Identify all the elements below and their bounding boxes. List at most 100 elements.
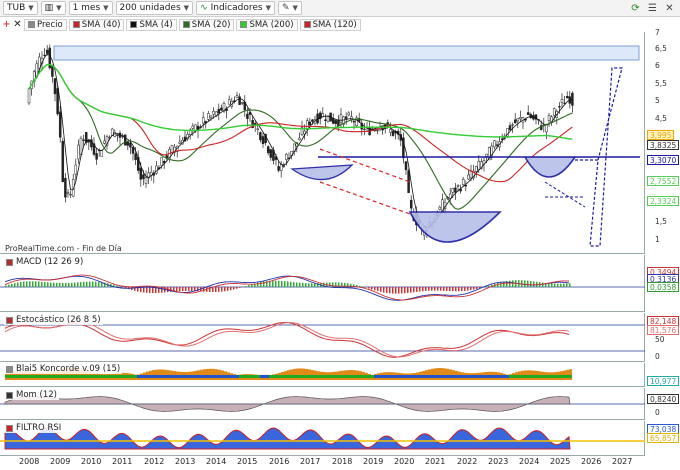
macd-histogram-bar — [554, 283, 556, 287]
macd-histogram-bar — [464, 287, 466, 291]
koncorde-bar — [299, 368, 302, 380]
legend-sma120[interactable]: SMA (120) — [299, 18, 361, 31]
macd-histogram-bar — [218, 287, 220, 292]
macd-histogram-bar — [41, 281, 43, 287]
koncorde-bar — [200, 375, 203, 378]
candle-body — [389, 128, 392, 133]
candle-body — [116, 134, 119, 136]
candle-body — [474, 166, 478, 172]
macd-pane[interactable]: MACD (12 26 9) — [0, 255, 645, 312]
price-axis-label: 1,5 — [655, 217, 667, 226]
candle-body — [308, 121, 312, 126]
legend-sma40[interactable]: SMA (40) — [68, 18, 125, 31]
macd-histogram-bar — [233, 287, 235, 290]
koncorde-bar — [263, 375, 266, 378]
koncorde-bar — [140, 375, 143, 378]
koncorde-bar — [431, 375, 434, 378]
koncorde-bar — [221, 375, 224, 378]
price-pane[interactable] — [0, 32, 645, 254]
legend-sma4[interactable]: SMA (4) — [126, 18, 177, 31]
close-icon[interactable]: ✕ — [662, 1, 677, 15]
koncorde-bar — [293, 375, 296, 378]
pencil-icon: ✎ — [281, 3, 290, 13]
macd-histogram-bar — [446, 287, 448, 291]
koncorde-bar — [206, 368, 209, 380]
koncorde-bar — [209, 368, 212, 380]
candle-body — [438, 206, 442, 210]
koncorde-bar — [110, 375, 113, 378]
macd-histogram-bar — [119, 286, 121, 287]
candle-body — [526, 112, 530, 115]
indicators-button[interactable]: ∿ Indicadores ▼ — [196, 1, 275, 15]
koncorde-bar — [26, 375, 29, 378]
color-swatch — [28, 21, 35, 28]
add-icon[interactable]: + — [2, 18, 11, 32]
macd-histogram-bar — [566, 283, 568, 287]
macd-histogram-bar — [308, 283, 310, 287]
units-selector[interactable]: 200 unidades ▼ — [115, 1, 194, 15]
rsi-pane[interactable]: FILTRO RSI — [0, 421, 645, 456]
koncorde-bar — [203, 375, 206, 378]
koncorde-bar — [557, 375, 560, 378]
close-pane-icon[interactable]: ✕ — [13, 18, 22, 32]
macd-histogram-bar — [467, 287, 469, 291]
koncorde-bar — [305, 368, 308, 380]
time-axis-label: 2021 — [425, 457, 446, 466]
refresh-icon[interactable]: ⟳ — [628, 1, 643, 15]
candle-body — [454, 187, 457, 193]
macd-histogram-bar — [65, 282, 67, 287]
koncorde-bar — [332, 375, 335, 378]
drawing-tool-button[interactable]: ✎ ▼ — [277, 1, 302, 15]
candle-body — [282, 165, 286, 167]
koncorde-bar — [455, 375, 458, 378]
chart-type-button[interactable]: ▥ ▼ — [40, 1, 66, 15]
macd-histogram-bar — [383, 287, 385, 293]
koncorde-bar — [389, 375, 392, 378]
macd-histogram-bar — [77, 282, 79, 287]
time-axis-label: 2017 — [300, 457, 321, 466]
macd-histogram-bar — [47, 282, 49, 287]
macd-histogram-bar — [386, 287, 388, 293]
legend-sma20[interactable]: SMA (20) — [178, 18, 235, 31]
koncorde-bar — [278, 375, 281, 378]
macd-histogram-bar — [44, 281, 46, 287]
macd-histogram-bar — [179, 287, 181, 292]
macd-histogram-bar — [431, 287, 433, 291]
koncorde-bar — [431, 368, 434, 380]
color-swatch — [6, 424, 13, 432]
legend-price[interactable]: Precio — [24, 18, 67, 31]
candle-body — [363, 128, 366, 131]
candlestick-icon: ▥ — [44, 3, 54, 13]
price-axis-label: 6,5 — [655, 44, 667, 53]
koncorde-bar — [212, 375, 215, 378]
ticker-selector[interactable]: TUB ▼ — [3, 1, 38, 15]
koncorde-bar — [230, 375, 233, 378]
settings-icon[interactable]: ☰ — [645, 1, 660, 15]
legend-sma200[interactable]: SMA (200) — [236, 18, 298, 31]
koncorde-bar — [527, 375, 530, 378]
candle-body — [66, 192, 70, 194]
koncorde-bar — [443, 368, 446, 380]
koncorde-bar — [449, 375, 452, 378]
stochastic-pane[interactable]: Estocástico (26 8 5) — [0, 313, 645, 362]
koncorde-bar — [398, 375, 401, 378]
koncorde-bar — [518, 375, 521, 378]
koncorde-bar — [164, 369, 167, 380]
momentum-pane[interactable]: Mom (12) — [0, 388, 645, 420]
candle-body — [285, 154, 288, 160]
macd-histogram-bar — [146, 287, 148, 293]
interval-selector[interactable]: 1 mes ▼ — [68, 1, 113, 15]
koncorde-bar — [551, 375, 554, 378]
koncorde-bar — [128, 375, 131, 378]
data-source-label: ProRealTime.com - Fin de Día — [5, 244, 122, 253]
koncorde-bar — [155, 375, 158, 378]
koncorde-pane[interactable]: Blai5 Koncorde v.09 (15) — [0, 363, 645, 387]
projection-line — [544, 181, 586, 208]
candle-body — [560, 99, 564, 103]
macd-histogram-bar — [14, 283, 16, 287]
koncorde-bar — [296, 368, 299, 380]
koncorde-bar — [374, 375, 377, 378]
candle-body — [456, 185, 460, 187]
koncorde-bar — [413, 375, 416, 378]
koncorde-bar — [167, 375, 170, 378]
